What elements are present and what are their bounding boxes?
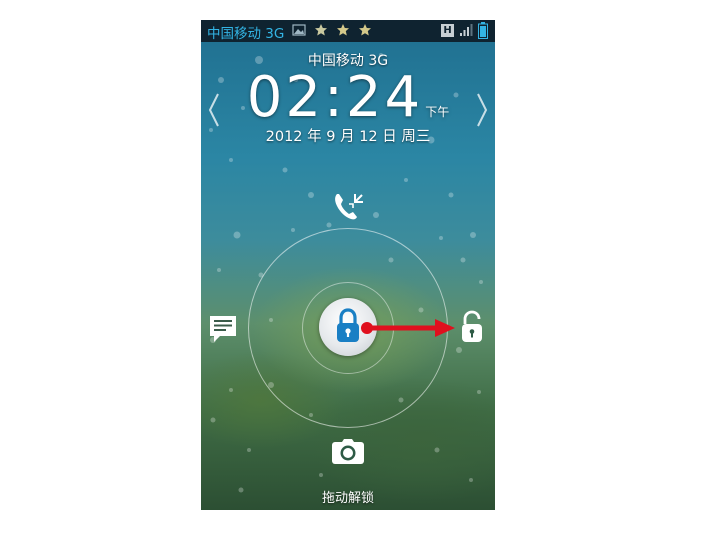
chevron-right-icon[interactable] — [475, 92, 489, 128]
image-icon — [292, 24, 306, 36]
star-icon — [337, 24, 349, 36]
unlock-icon[interactable] — [460, 310, 484, 344]
clock-time: 02:24 — [246, 65, 424, 130]
camera-icon[interactable] — [331, 438, 365, 466]
battery-icon — [478, 22, 488, 39]
star-icon — [315, 24, 327, 36]
drag-arrow — [361, 319, 455, 337]
message-icon[interactable] — [208, 314, 238, 344]
chevron-left-icon[interactable] — [207, 92, 221, 128]
lockscreen: 中国移动 3G H 中国移动 3G 02:24 下午 2012 年 9 月 12… — [201, 20, 495, 510]
status-bar: 中国移动 3G H — [201, 20, 495, 42]
star-icon — [359, 24, 371, 36]
date: 2012 年 9 月 12 日 周三 — [265, 129, 431, 145]
signal-icon — [460, 24, 473, 36]
unlock-hint: 拖动解锁 — [321, 491, 374, 506]
network-h-icon: H — [441, 24, 454, 37]
clock-ampm: 下午 — [425, 105, 450, 119]
status-carrier: 中国移动 3G — [207, 26, 285, 42]
clock: 02:24 下午 — [201, 66, 495, 130]
missed-call-icon[interactable] — [331, 190, 365, 222]
